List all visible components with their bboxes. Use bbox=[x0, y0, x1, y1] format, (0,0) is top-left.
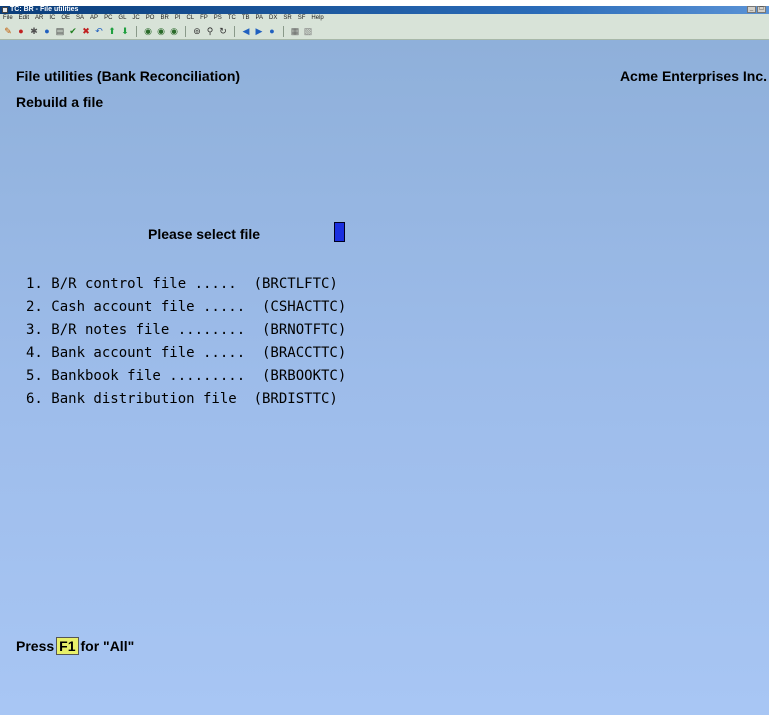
print-icon[interactable]: ▤ bbox=[55, 26, 65, 36]
menu-tb[interactable]: TB bbox=[242, 14, 250, 23]
cancel-icon[interactable]: ✖ bbox=[81, 26, 91, 36]
record-3-icon[interactable]: ◉ bbox=[169, 26, 179, 36]
file-list: 1. B/R control file ..... (BRCTLFTC) 2. … bbox=[26, 273, 346, 411]
menu-oe[interactable]: OE bbox=[61, 14, 70, 23]
record-2-icon[interactable]: ◉ bbox=[156, 26, 166, 36]
zoom-icon[interactable]: ⚲ bbox=[205, 26, 215, 36]
menu-sa[interactable]: SA bbox=[76, 14, 84, 23]
terminal-screen: File utilities (Bank Reconciliation) Acm… bbox=[0, 40, 769, 715]
down-arrow-icon[interactable]: ⬇ bbox=[120, 26, 130, 36]
up-arrow-icon[interactable]: ⬆ bbox=[107, 26, 117, 36]
title-bar: TC: BR - File utilities _ □ bbox=[0, 6, 769, 14]
calculator-icon[interactable]: ▦ bbox=[290, 26, 300, 36]
launch-icon[interactable]: ✎ bbox=[3, 26, 13, 36]
toolbar: ✎ ● ✱ ● ▤ ✔ ✖ ↶ ⬆ ⬇ ◉ ◉ ◉ ⊚ ⚲ ↻ ◀ ▶ ● ▦ ▧ bbox=[0, 23, 769, 40]
toolbar-separator bbox=[234, 25, 235, 37]
toolbar-separator bbox=[136, 25, 137, 37]
maximize-button[interactable]: □ bbox=[757, 6, 766, 13]
stop-icon[interactable]: ● bbox=[16, 26, 26, 36]
menu-ap[interactable]: AP bbox=[90, 14, 98, 23]
list-item-bankbook-file[interactable]: 5. Bankbook file ......... (BRBOOKTC) bbox=[26, 365, 346, 388]
screen-subtitle: Rebuild a file bbox=[16, 94, 104, 110]
list-item-cash-account-file[interactable]: 2. Cash account file ..... (CSHACTTC) bbox=[26, 296, 346, 319]
record-1-icon[interactable]: ◉ bbox=[143, 26, 153, 36]
toolbar-separator bbox=[283, 25, 284, 37]
globe-icon[interactable]: ● bbox=[42, 26, 52, 36]
previous-icon[interactable]: ◀ bbox=[241, 26, 251, 36]
menu-ar[interactable]: AR bbox=[35, 14, 43, 23]
menu-po[interactable]: PO bbox=[146, 14, 155, 23]
menu-pa[interactable]: PA bbox=[255, 14, 263, 23]
lookup-icon[interactable]: ✱ bbox=[29, 26, 39, 36]
menu-fp[interactable]: FP bbox=[200, 14, 208, 23]
menu-ic[interactable]: IC bbox=[49, 14, 55, 23]
screen-title: File utilities (Bank Reconciliation) bbox=[16, 68, 241, 84]
footer-prefix: Press bbox=[16, 638, 55, 654]
menu-br[interactable]: BR bbox=[160, 14, 168, 23]
help-icon[interactable]: ● bbox=[267, 26, 277, 36]
menu-sf[interactable]: SF bbox=[298, 14, 306, 23]
menu-jc[interactable]: JC bbox=[132, 14, 139, 23]
file-selection-input[interactable] bbox=[334, 222, 345, 242]
menu-help[interactable]: Help bbox=[311, 14, 323, 23]
undo-icon[interactable]: ↶ bbox=[94, 26, 104, 36]
menu-file[interactable]: File bbox=[3, 14, 13, 23]
list-item-notes-file[interactable]: 3. B/R notes file ........ (BRNOTFTC) bbox=[26, 319, 346, 342]
menu-tc[interactable]: TC bbox=[228, 14, 236, 23]
app-icon bbox=[2, 7, 8, 13]
list-item-bank-account-file[interactable]: 4. Bank account file ..... (BRACCTTC) bbox=[26, 342, 346, 365]
menu-sr[interactable]: SR bbox=[283, 14, 291, 23]
footer-suffix: for "All" bbox=[80, 638, 135, 654]
notes-icon[interactable]: ▧ bbox=[303, 26, 313, 36]
list-item-bank-distribution-file[interactable]: 6. Bank distribution file (BRDISTTC) bbox=[26, 388, 346, 411]
menu-edit[interactable]: Edit bbox=[19, 14, 29, 23]
binoculars-icon[interactable]: ⊚ bbox=[192, 26, 202, 36]
menu-dx[interactable]: DX bbox=[269, 14, 277, 23]
window-controls: _ □ bbox=[747, 6, 766, 14]
menu-pc[interactable]: PC bbox=[104, 14, 112, 23]
next-icon[interactable]: ▶ bbox=[254, 26, 264, 36]
window-title: TC: BR - File utilities bbox=[10, 6, 79, 13]
toolbar-separator bbox=[185, 25, 186, 37]
menu-pi[interactable]: PI bbox=[175, 14, 181, 23]
menu-bar: File Edit AR IC OE SA AP PC GL JC PO BR PI CL FP PS TC TB… bbox=[0, 14, 769, 23]
minimize-button[interactable]: _ bbox=[747, 6, 756, 13]
f1-key[interactable]: F1 bbox=[56, 637, 79, 655]
list-item-control-file[interactable]: 1. B/R control file ..... (BRCTLFTC) bbox=[26, 273, 346, 296]
menu-cl[interactable]: CL bbox=[186, 14, 194, 23]
application-window: TC: BR - File utilities _ □ File Edit AR IC… bbox=[0, 6, 769, 715]
select-file-prompt: Please select file bbox=[148, 226, 261, 242]
menu-gl[interactable]: GL bbox=[118, 14, 126, 23]
menu-ps[interactable]: PS bbox=[214, 14, 222, 23]
company-name: Acme Enterprises Inc. bbox=[619, 68, 767, 84]
refresh-icon[interactable]: ↻ bbox=[218, 26, 228, 36]
check-icon[interactable]: ✔ bbox=[68, 26, 78, 36]
footer-hint: Press F1 for "All" bbox=[16, 637, 134, 655]
